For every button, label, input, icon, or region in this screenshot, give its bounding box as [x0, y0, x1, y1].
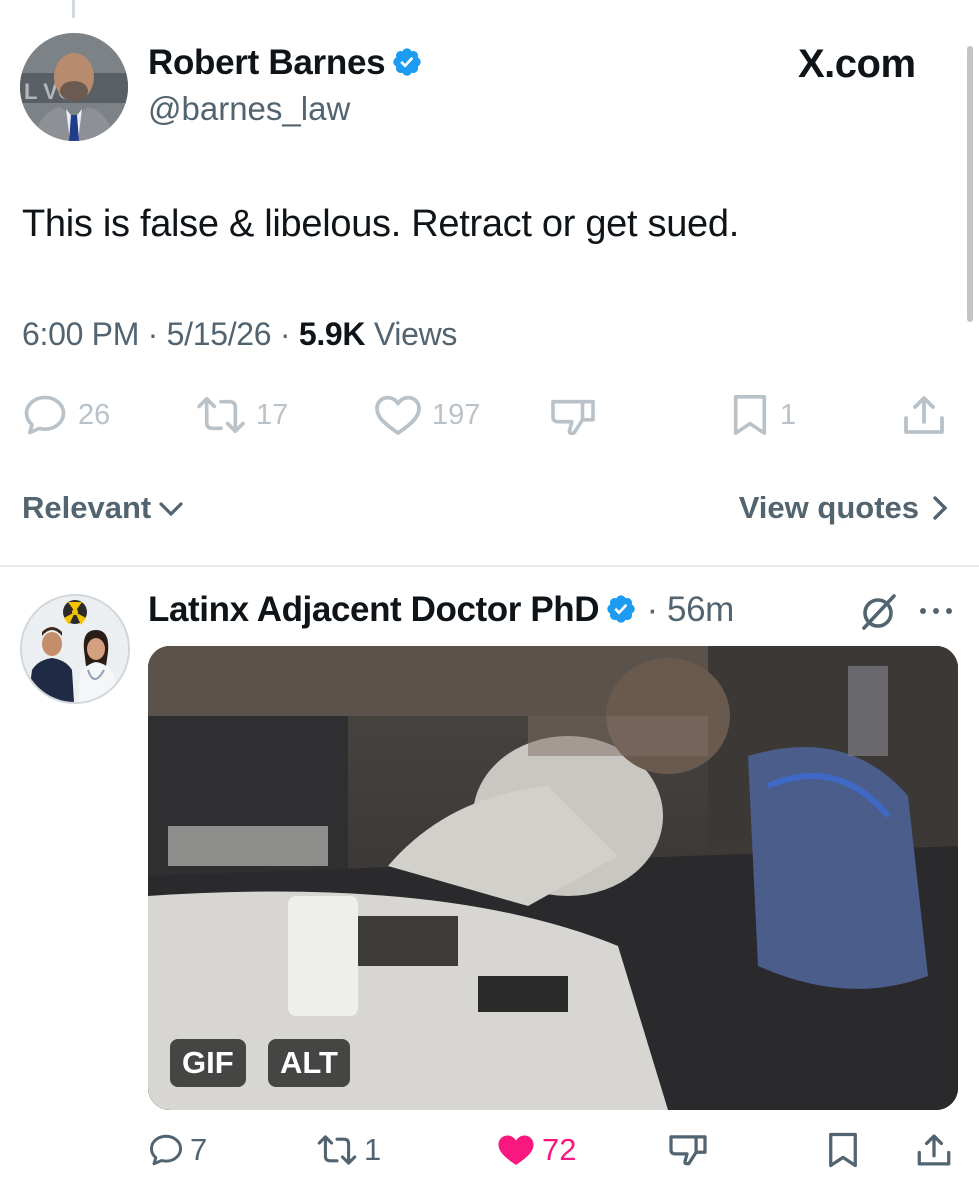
reply-reply-count: 7: [190, 1132, 208, 1167]
thread-connector-line: [72, 0, 75, 18]
author-avatar[interactable]: L VO: [20, 33, 128, 141]
reply-media-gif[interactable]: GIF ALT: [148, 646, 958, 1110]
reply-like-button[interactable]: 72: [496, 1132, 576, 1168]
tweet-text: This is false & libelous. Retract or get…: [22, 203, 739, 245]
reply-time[interactable]: 56m: [667, 590, 734, 629]
section-divider: [0, 565, 979, 567]
reply-button[interactable]: 26: [22, 394, 110, 436]
share-icon: [917, 1134, 951, 1166]
sort-label: Relevant: [22, 490, 152, 525]
dislike-icon: [669, 1135, 707, 1166]
gif-badge: GIF: [170, 1039, 246, 1087]
bookmark-icon: [733, 395, 767, 435]
bookmark-button[interactable]: 1: [730, 394, 796, 436]
view-quotes-label: View quotes: [738, 490, 919, 525]
repost-icon: [197, 396, 245, 434]
brand-text: X.com: [798, 42, 916, 86]
reply-author-avatar[interactable]: [20, 594, 130, 704]
author-handle[interactable]: @barnes_law: [148, 90, 350, 128]
view-quotes-link[interactable]: View quotes: [739, 490, 949, 526]
reply-like-count: 72: [542, 1132, 577, 1167]
views-label: Views: [373, 316, 458, 352]
verified-badge-icon: [393, 48, 421, 76]
alt-text-badge[interactable]: ALT: [268, 1039, 350, 1087]
dislike-button[interactable]: [550, 396, 596, 436]
like-icon: [375, 395, 421, 435]
repost-icon: [317, 1135, 357, 1165]
bookmark-count: 1: [780, 398, 797, 431]
share-icon: [904, 396, 944, 434]
tweet-meta: 6:00 PM · 5/15/26 · 5.9K Views: [22, 316, 458, 352]
views-count: 5.9K: [298, 316, 366, 352]
reply-repost-count: 1: [364, 1132, 382, 1167]
repost-count: 17: [256, 398, 289, 431]
reply-icon: [24, 395, 66, 435]
reply-count: 26: [78, 398, 111, 431]
scrollbar[interactable]: [967, 46, 973, 322]
share-button[interactable]: [902, 394, 946, 436]
sort-dropdown[interactable]: Relevant: [22, 490, 185, 526]
reply-reply-button[interactable]: 7: [148, 1132, 207, 1168]
like-count: 197: [432, 398, 481, 431]
brand-watermark: X.com: [798, 42, 916, 87]
verified-badge-icon: [607, 595, 635, 623]
reply-dislike-button[interactable]: [668, 1132, 708, 1166]
tweet-time[interactable]: 6:00 PM: [22, 316, 139, 352]
dislike-icon: [551, 399, 595, 435]
more-icon[interactable]: [918, 606, 954, 616]
like-button[interactable]: 197: [374, 394, 480, 436]
author-name[interactable]: Robert Barnes: [148, 43, 423, 83]
reply-author-name[interactable]: Latinx Adjacent Doctor PhD: [148, 590, 600, 629]
chevron-down-icon: [159, 502, 183, 517]
repost-button[interactable]: 17: [196, 394, 288, 436]
author-name-text[interactable]: Robert Barnes: [148, 43, 386, 82]
reply-bookmark-button[interactable]: [826, 1132, 860, 1168]
reply-repost-button[interactable]: 1: [316, 1132, 381, 1168]
tweet-date[interactable]: 5/15/26: [167, 316, 272, 352]
like-icon: [498, 1135, 534, 1165]
reply-share-button[interactable]: [916, 1132, 952, 1168]
chevron-right-icon: [933, 496, 948, 520]
grok-icon[interactable]: [858, 592, 898, 632]
reply-header: Latinx Adjacent Doctor PhD · 56m: [148, 590, 734, 629]
bookmark-icon: [829, 1132, 857, 1168]
reply-icon: [149, 1134, 183, 1166]
